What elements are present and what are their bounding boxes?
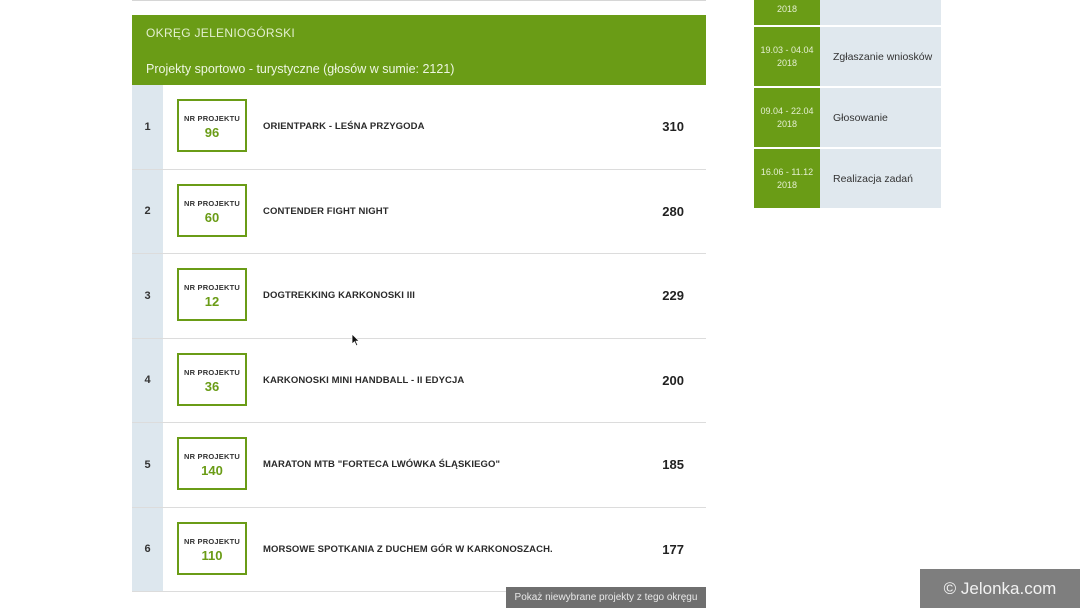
project-number: 60 [204, 209, 220, 225]
badge-label: NR PROJEKTU [184, 283, 240, 292]
badge-label: NR PROJEKTU [184, 198, 240, 208]
show-unselected-projects-button[interactable]: Pokaż niewybrane projekty z tego okręgu [506, 587, 706, 608]
timeline-item: 2018 [754, 0, 941, 25]
timeline-item: 16.06 - 11.12 2018 Realizacja zadań [754, 149, 941, 208]
project-title[interactable]: ORIENTPARK - LEŚNA PRZYGODA [263, 85, 633, 169]
panel-header: OKRĘG JELENIOGÓRSKI Projekty sportowo - … [132, 15, 706, 85]
project-number-badge: NR PROJEKTU 110 [177, 521, 247, 575]
project-rank: 2 [132, 169, 163, 253]
project-rank: 4 [132, 338, 163, 422]
results-panel: OKRĘG JELENIOGÓRSKI Projekty sportowo - … [132, 15, 706, 592]
schedule-timeline: 2018 19.03 - 04.04 2018 Zgłaszanie wnios… [754, 0, 941, 210]
project-title[interactable]: DOGTREKKING KARKONOSKI III [263, 254, 633, 338]
mouse-cursor-icon [351, 333, 361, 347]
project-number: 96 [204, 125, 220, 140]
project-number-badge: NR PROJEKTU 96 [177, 99, 247, 152]
project-votes: 280 [662, 203, 684, 219]
table-row: 6 NR PROJEKTU 110 MORSOWE SPOTKANIA Z DU… [132, 507, 706, 592]
project-list: 1 NR PROJEKTU 96 ORIENTPARK - LEŚNA PRZY… [132, 85, 706, 592]
project-title[interactable]: KARKONOSKI MINI HANDBALL - II EDYCJA [263, 339, 633, 423]
project-votes: 185 [662, 457, 684, 473]
badge-label: NR PROJEKTU [184, 536, 240, 546]
project-number-badge: NR PROJEKTU 60 [177, 183, 247, 237]
project-votes: 200 [662, 372, 684, 388]
badge-label: NR PROJEKTU [184, 114, 240, 123]
top-divider [132, 0, 706, 1]
project-number-badge: NR PROJEKTU 140 [177, 437, 247, 490]
table-row: 1 NR PROJEKTU 96 ORIENTPARK - LEŚNA PRZY… [132, 85, 706, 170]
project-title[interactable]: CONTENDER FIGHT NIGHT [263, 170, 633, 254]
timeline-label [820, 0, 941, 25]
project-number: 12 [204, 294, 220, 309]
project-number-badge: NR PROJEKTU 36 [177, 352, 247, 406]
project-number: 36 [204, 378, 220, 394]
watermark: © Jelonka.com [920, 569, 1080, 608]
project-votes: 177 [662, 541, 684, 557]
timeline-date: 16.06 - 11.12 2018 [754, 149, 820, 208]
project-title[interactable]: MORSOWE SPOTKANIA Z DUCHEM GÓR W KARKONO… [263, 508, 633, 592]
project-number: 140 [201, 463, 223, 478]
project-rank: 5 [132, 423, 163, 507]
timeline-label: Realizacja zadań [820, 149, 941, 208]
timeline-item: 19.03 - 04.04 2018 Zgłaszanie wniosków [754, 27, 941, 86]
table-row: 2 NR PROJEKTU 60 CONTENDER FIGHT NIGHT 2… [132, 169, 706, 254]
timeline-label: Głosowanie [820, 88, 941, 147]
project-rank: 6 [132, 507, 163, 591]
project-votes: 310 [662, 119, 684, 135]
timeline-date: 19.03 - 04.04 2018 [754, 27, 820, 86]
project-rank: 1 [132, 85, 163, 169]
timeline-item: 09.04 - 22.04 2018 Głosowanie [754, 88, 941, 147]
project-number-badge: NR PROJEKTU 12 [177, 268, 247, 321]
project-rank: 3 [132, 254, 163, 338]
table-row: 5 NR PROJEKTU 140 MARATON MTB "FORTECA L… [132, 423, 706, 508]
timeline-date: 09.04 - 22.04 2018 [754, 88, 820, 147]
table-row: 3 NR PROJEKTU 12 DOGTREKKING KARKONOSKI … [132, 254, 706, 339]
project-number: 110 [201, 547, 223, 563]
district-title: OKRĘG JELENIOGÓRSKI [146, 26, 296, 40]
badge-label: NR PROJEKTU [184, 452, 240, 461]
category-title: Projekty sportowo - turystyczne (głosów … [146, 62, 455, 76]
timeline-label: Zgłaszanie wniosków [820, 27, 941, 86]
project-title[interactable]: MARATON MTB "FORTECA LWÓWKA ŚLĄSKIEGO" [263, 423, 633, 507]
project-votes: 229 [662, 288, 684, 304]
badge-label: NR PROJEKTU [184, 367, 240, 377]
table-row: 4 NR PROJEKTU 36 KARKONOSKI MINI HANDBAL… [132, 338, 706, 423]
timeline-date: 2018 [754, 0, 820, 25]
